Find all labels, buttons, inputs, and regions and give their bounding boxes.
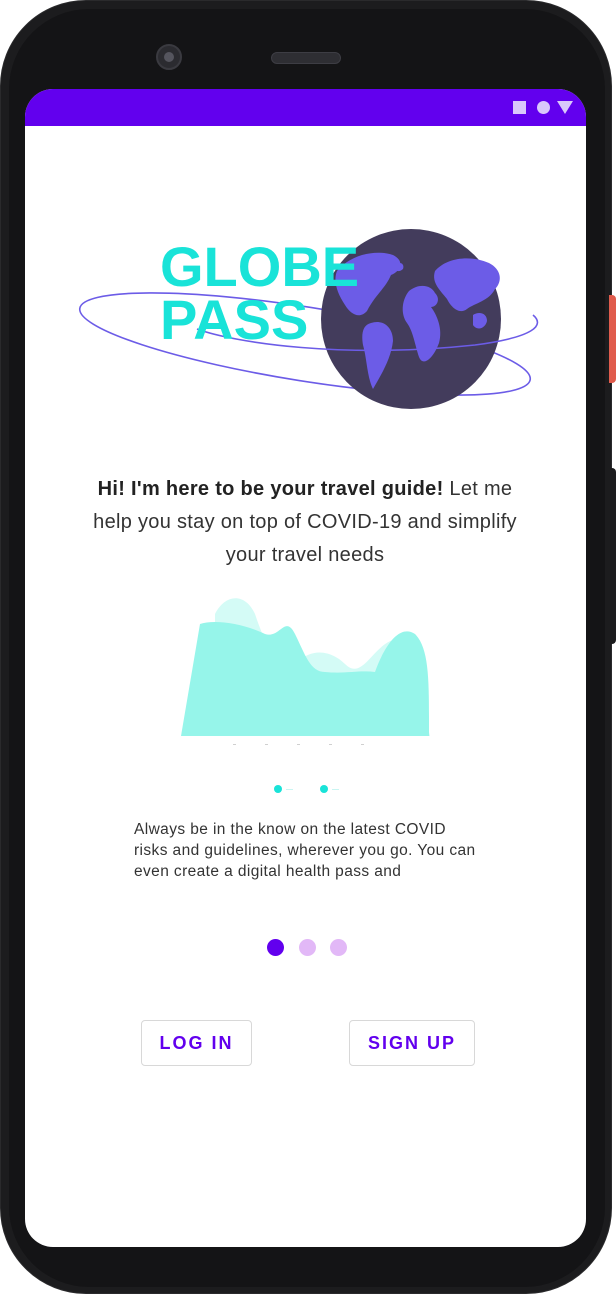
legend-dash [332,789,339,790]
legend-dot [320,785,328,793]
page-dot-1[interactable] [267,939,284,956]
legend-dash [286,789,293,790]
page-dot-3[interactable] [330,939,347,956]
risk-chart-illustration [181,598,430,745]
login-button[interactable]: LOG IN [141,1020,252,1066]
tagline-bold: Hi! I'm here to be your travel guide! [97,478,444,500]
square-icon [513,101,526,114]
chart-area-front [181,622,430,736]
globe-pass-logo: GLOBE PASS [78,229,539,409]
circle-icon [537,101,550,114]
volume-button[interactable] [609,468,616,644]
status-bar [25,89,586,126]
triangle-icon [557,101,573,114]
page-indicator [267,937,357,957]
page-dot-2[interactable] [299,939,316,956]
chart-baseline-ticks [233,744,364,745]
app-screen: GLOBE PASS Hi! I'm here to be your trave… [25,89,586,1247]
illustration-legend [270,781,350,797]
earpiece-speaker [271,52,341,64]
carousel-description: Always be in the know on the latest COVI… [134,821,476,880]
tagline: Hi! I'm here to be your travel guide! Le… [81,473,529,572]
logo-text-pass: PASS [160,288,308,351]
front-camera-icon [156,44,182,70]
signup-button[interactable]: SIGN UP [349,1020,475,1066]
legend-dot [274,785,282,793]
power-button[interactable] [609,295,616,383]
phone-frame: GLOBE PASS Hi! I'm here to be your trave… [0,0,616,1296]
